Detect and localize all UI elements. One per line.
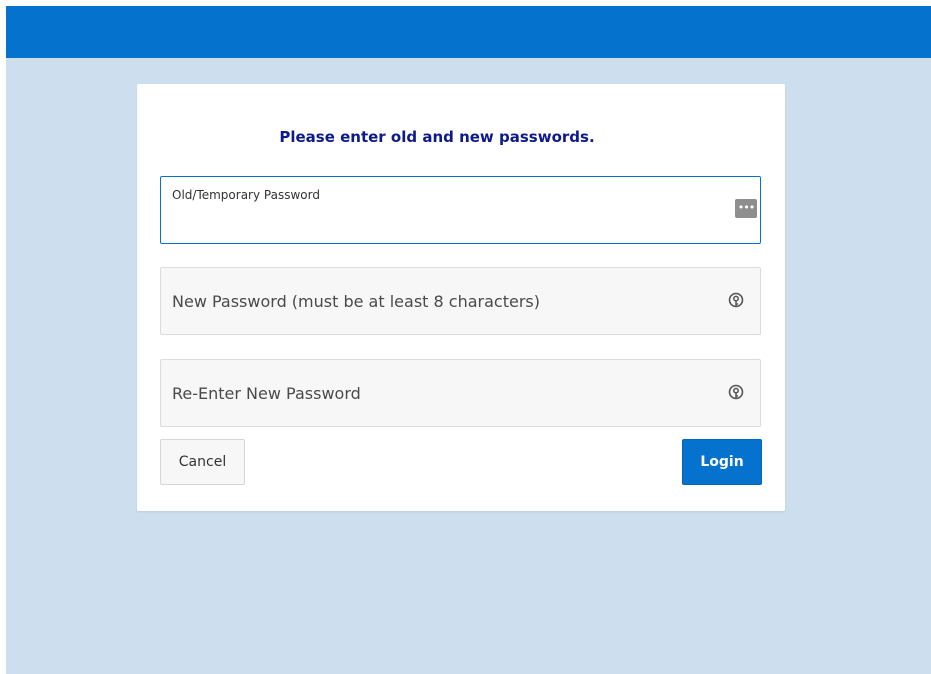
confirm-password-field[interactable]: Re-Enter New Password	[160, 359, 761, 427]
change-password-card: Please enter old and new passwords. Old/…	[137, 84, 785, 511]
login-button[interactable]: Login	[682, 439, 762, 485]
form-title: Please enter old and new passwords.	[279, 128, 595, 146]
new-password-placeholder: New Password (must be at least 8 charact…	[172, 292, 540, 311]
password-dots-icon[interactable]: •••	[735, 199, 757, 218]
old-password-label: Old/Temporary Password	[172, 188, 320, 202]
cancel-button[interactable]: Cancel	[160, 439, 245, 485]
old-password-field[interactable]: Old/Temporary Password •••	[160, 176, 761, 244]
page-viewport: Please enter old and new passwords. Old/…	[6, 6, 931, 674]
top-header-bar	[6, 6, 931, 58]
confirm-password-placeholder: Re-Enter New Password	[172, 384, 361, 403]
key-icon	[728, 384, 744, 400]
new-password-field[interactable]: New Password (must be at least 8 charact…	[160, 267, 761, 335]
key-icon	[728, 292, 744, 308]
